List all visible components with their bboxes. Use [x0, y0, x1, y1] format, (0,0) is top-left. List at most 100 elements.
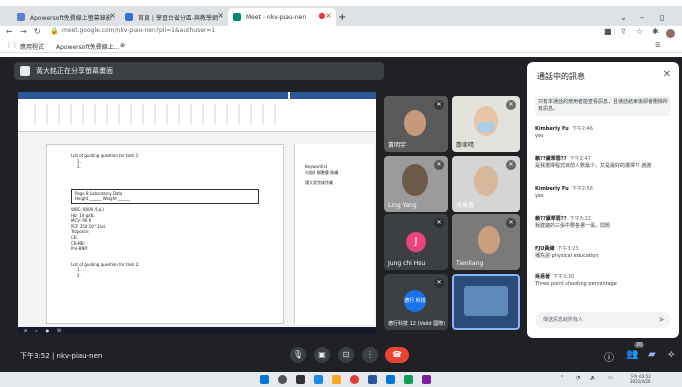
message-text: yes: [535, 133, 544, 139]
apps-icon[interactable]: ⋮⋮: [6, 42, 18, 49]
tab-label: Meet - nkv-piau-nen: [246, 13, 307, 21]
address-bar: ← → ↻ 🔒 meet.google.com/nkv-piau-nen?pli…: [0, 26, 682, 40]
participant-name: 黃明宇: [388, 142, 407, 149]
participant-tile[interactable]: ✕ 黃明宇: [384, 96, 448, 152]
new-tab-button[interactable]: +: [338, 12, 346, 23]
close-icon[interactable]: ✕: [663, 69, 671, 80]
app-icon[interactable]: [422, 375, 431, 384]
tray-chevron-icon[interactable]: ⌃: [560, 375, 564, 381]
send-icon[interactable]: ➤: [658, 315, 665, 324]
side-document: Keyword(s): 分組4 細胞膜 結構 請大家完成作業: [294, 144, 374, 324]
search-icon[interactable]: [278, 375, 287, 384]
task-view-icon[interactable]: [296, 375, 305, 384]
reload-icon[interactable]: ↻: [34, 27, 41, 36]
chevron-down-icon[interactable]: ⌄: [620, 13, 627, 22]
avatar: 德行 科技: [404, 290, 426, 312]
speaker-icon[interactable]: 🔈: [590, 375, 596, 381]
tab-label: 首頁 | 學習台省分區-與教學網: [138, 14, 219, 22]
chrome-icon[interactable]: [350, 375, 359, 384]
word-ribbon: [18, 92, 376, 132]
participant-name: Jung chi Hsu: [388, 260, 426, 267]
doc-line: 2.: [77, 272, 81, 278]
globe-icon[interactable]: ⊕: [120, 42, 125, 49]
meet-app-icon[interactable]: [404, 375, 413, 384]
participant-tile[interactable]: 德行 科技 ✕ 德行科技 12 (Valid 國際): [384, 274, 448, 330]
message-text: 是我選擇程式目前人數最少，又是最好的選擇?! 謝謝: [535, 163, 652, 169]
tab-meet[interactable]: Meet - nkv-piau-nen ●×: [228, 8, 336, 26]
file-explorer-icon[interactable]: [332, 375, 341, 384]
avatar[interactable]: [666, 29, 675, 38]
chat-message: 賴??黛翠蓉?? 下午2:47 是我選擇程式目前人數最少，又是最好的選擇?! 謝謝: [535, 156, 675, 170]
mic-off-icon: ✕: [434, 100, 444, 110]
mic-off-icon: ✕: [506, 218, 516, 228]
extensions-icon[interactable]: ✱: [652, 27, 659, 36]
close-tab-icon[interactable]: ●×: [318, 11, 332, 20]
widgets-icon[interactable]: [314, 375, 323, 384]
info-icon[interactable]: ⓘ: [604, 349, 614, 364]
share-icon[interactable]: ⇪: [620, 27, 627, 36]
chat-notice: 只有本通話的使用者能查看訊息，且通話結束後即會刪除所有訊息。: [535, 96, 671, 116]
message-sender: FJU黃總: [535, 246, 555, 252]
mic-off-icon: ✕: [434, 160, 444, 170]
people-icon[interactable]: 👥: [626, 349, 638, 360]
camera-permission-icon[interactable]: ■: [604, 27, 612, 36]
url-field[interactable]: meet.google.com/nkv-piau-nen?pli=1&authu…: [62, 27, 215, 34]
word-titlebar-2: [290, 92, 376, 99]
forward-icon[interactable]: →: [20, 27, 27, 36]
message-time: 下午3:23: [557, 246, 579, 252]
message-sender: Kimberly Fu: [535, 126, 569, 132]
chrome-icon: ●: [45, 328, 50, 333]
chat-title: 通話中的訊息: [537, 72, 585, 81]
chat-message: 賴??黛翠蓉?? 下午3:22 我建議的三張中要各選一張，問題: [535, 216, 675, 230]
lock-icon: 🔒: [50, 27, 59, 35]
meeting-clock: 下午3:52 | nkv-piau-nen: [20, 352, 103, 360]
windows-icon: ⊞: [24, 328, 28, 333]
shared-screen: List of guiding question for task 1: 1. …: [18, 92, 376, 334]
windows-start-icon[interactable]: [260, 375, 269, 384]
battery-icon[interactable]: ▭: [608, 375, 613, 381]
end-call-button[interactable]: ☎: [385, 347, 409, 363]
doc-line: 請大家完成作業: [305, 180, 333, 185]
participant-tile[interactable]: ✕ Ling Yang: [384, 156, 448, 212]
participant-tile[interactable]: ✕ 吳易晉: [452, 156, 520, 212]
maximize-icon[interactable]: ▯: [660, 13, 664, 22]
reading-list-icon[interactable]: ☰: [655, 42, 660, 49]
participant-tile[interactable]: J ✕ Jung chi Hsu: [384, 214, 448, 270]
present-button[interactable]: ⊡: [338, 347, 354, 363]
camera-button[interactable]: ▣: [314, 347, 330, 363]
participant-tile[interactable]: ✕ Tienliang: [452, 214, 520, 270]
close-tab-icon[interactable]: ×: [217, 11, 224, 20]
presenter-label: 黃大銘正在分享螢幕畫面: [36, 67, 113, 75]
taskbar-date: 2022/4/26: [630, 379, 651, 384]
close-tab-icon[interactable]: ×: [109, 11, 116, 20]
apowersoft-favicon-icon: [17, 13, 25, 21]
chat-message: Kimberly Fu 下午2:56 yes: [535, 186, 675, 200]
participant-name: 吳易晉: [456, 202, 475, 209]
star-icon[interactable]: ☆: [636, 27, 643, 36]
minimize-icon[interactable]: –: [640, 13, 644, 22]
tab-bar: Apowersoft免費線上螢幕錄影 × 首頁 | 學習台省分區-與教學網 × …: [0, 6, 682, 26]
taskbar-clock[interactable]: 下午 03:52 2022/4/26: [630, 374, 651, 384]
activities-icon[interactable]: ⟡: [668, 349, 675, 360]
ribbon-tools: [24, 104, 284, 124]
participant-tile[interactable]: ✕ 鄭聿晴: [452, 96, 520, 152]
meet-favicon-icon: [233, 13, 241, 21]
mic-off-icon: ✕: [506, 160, 516, 170]
more-options-button[interactable]: ⋮: [362, 347, 378, 363]
edge-icon[interactable]: [386, 375, 395, 384]
self-tile[interactable]: [452, 274, 520, 330]
wifi-icon[interactable]: ◔: [576, 375, 580, 381]
tab-school[interactable]: 首頁 | 學習台省分區-與教學網 ×: [120, 8, 228, 26]
chat-input-placeholder: 傳送訊息給所有人: [543, 317, 584, 323]
tab-apowersoft[interactable]: Apowersoft免費線上螢幕錄影 ×: [12, 8, 120, 26]
chat-icon[interactable]: ▰: [648, 349, 656, 360]
bookmark-apps[interactable]: 應用程式: [20, 42, 44, 51]
word-icon[interactable]: [368, 375, 377, 384]
mic-off-icon: ✕: [434, 218, 444, 228]
chat-input[interactable]: 傳送訊息給所有人 ➤: [535, 312, 671, 328]
chat-message: 吳易晉 下午3:30 Three point shooting percentag…: [535, 274, 675, 288]
back-icon[interactable]: ←: [6, 27, 13, 36]
mic-button[interactable]: 🎙: [290, 347, 306, 363]
bookmark-apowersoft[interactable]: Apowersoft免費線上…: [56, 42, 120, 51]
avatar: J: [406, 232, 426, 252]
